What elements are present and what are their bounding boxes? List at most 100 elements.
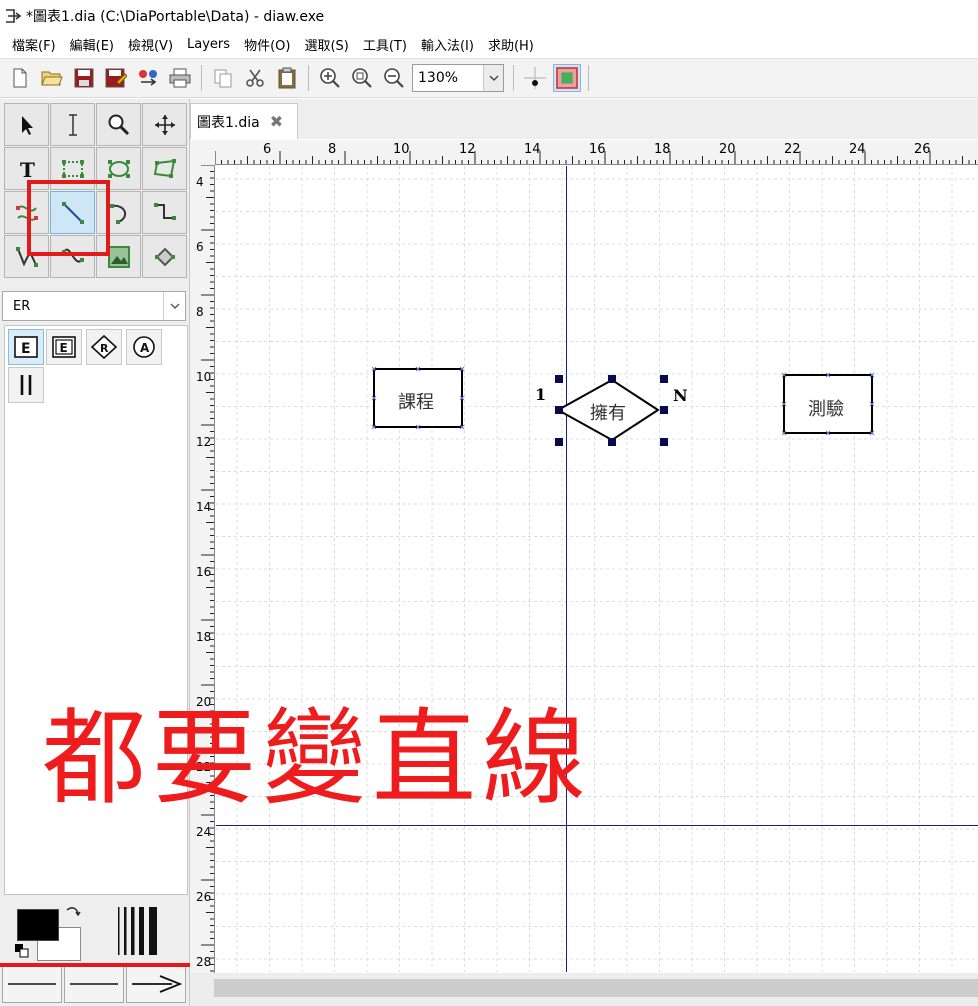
er-weak-entity-tool[interactable]: E xyxy=(46,329,82,365)
sheet-selector[interactable]: ER xyxy=(2,291,186,321)
ruler-label: 8 xyxy=(328,142,337,157)
svg-text:E: E xyxy=(21,341,31,357)
line-width-selector[interactable] xyxy=(114,905,162,957)
line-widths-icon xyxy=(118,907,157,955)
copy-icon xyxy=(214,69,232,88)
foreground-color-swatch[interactable] xyxy=(17,909,59,941)
new-button[interactable] xyxy=(6,64,34,92)
menu-tools[interactable]: 工具(T) xyxy=(357,35,413,54)
dia-app-icon xyxy=(6,9,22,23)
scroll-tool[interactable] xyxy=(142,103,187,146)
menu-input-methods[interactable]: 輸入法(I) xyxy=(415,35,480,54)
menu-objects[interactable]: 物件(O) xyxy=(238,35,296,54)
printer-icon xyxy=(169,68,191,88)
object-snap-button[interactable] xyxy=(553,64,581,92)
zoom-dropdown-button[interactable] xyxy=(483,65,503,91)
magnify-tool[interactable] xyxy=(96,103,141,146)
ruler-label: 10 xyxy=(393,142,410,157)
tab-label[interactable]: 圖表1.dia xyxy=(197,112,260,132)
sheet-name[interactable]: ER xyxy=(3,299,163,314)
snap-to-grid-button[interactable] xyxy=(521,64,549,92)
zigzag-icon xyxy=(153,202,176,220)
canvas-grid xyxy=(216,166,978,972)
diagram-canvas[interactable]: 課程 擁有 1 N 測驗 xyxy=(216,166,978,972)
ruler-label: 26 xyxy=(914,142,931,157)
toolbar-separator xyxy=(513,65,514,91)
zoom-fit-button[interactable] xyxy=(348,64,376,92)
ruler-label: 16 xyxy=(196,565,212,579)
ruler-label: 14 xyxy=(524,142,541,157)
close-tab-icon[interactable]: ✖ xyxy=(270,112,283,131)
print-button[interactable] xyxy=(166,64,194,92)
arrow-style-highlight xyxy=(0,963,208,1006)
save-as-button[interactable] xyxy=(102,64,130,92)
clipboard-icon xyxy=(278,67,296,89)
ruler-label: 14 xyxy=(196,500,212,514)
cardinality-one: 1 xyxy=(535,385,547,404)
relationship-has-label: 擁有 xyxy=(590,403,626,424)
ruler-label: 24 xyxy=(849,142,866,157)
toolbar-separator xyxy=(308,65,309,91)
tab-diagram1[interactable]: 圖表1.dia ✖ xyxy=(190,103,298,139)
text-cursor-icon xyxy=(68,113,77,136)
folder-open-icon xyxy=(41,71,63,86)
er-participation-tool[interactable] xyxy=(8,367,44,403)
svg-text:R: R xyxy=(100,342,109,355)
menu-layers[interactable]: Layers xyxy=(181,37,236,52)
menu-edit[interactable]: 編輯(E) xyxy=(64,35,120,54)
swap-colors-icon[interactable] xyxy=(64,905,82,923)
zoom-in-icon xyxy=(320,68,340,88)
vertical-ruler: 4 6 8 10 12 14 16 18 20 22 24 26 28 xyxy=(190,165,215,973)
zoom-value[interactable]: 130% xyxy=(413,70,483,86)
annotation-note: 都要變直線 xyxy=(42,697,593,819)
ruler-label: 4 xyxy=(196,175,204,189)
ruler-label: 12 xyxy=(459,142,476,157)
chevron-down-icon xyxy=(489,75,498,81)
svg-text:A: A xyxy=(140,341,150,355)
er-participation-icon xyxy=(20,375,32,395)
save-button[interactable] xyxy=(70,64,98,92)
menu-help[interactable]: 求助(H) xyxy=(482,35,540,54)
zoom-in-button[interactable] xyxy=(316,64,344,92)
text-edit-tool[interactable] xyxy=(50,103,95,146)
cut-button[interactable] xyxy=(241,64,269,92)
open-button[interactable] xyxy=(38,64,66,92)
horizontal-scrollbar[interactable] xyxy=(190,973,978,1006)
svg-text:E: E xyxy=(60,341,68,355)
color-selector[interactable] xyxy=(12,903,92,963)
entity-course-label: 課程 xyxy=(398,392,434,413)
text-t-icon: T xyxy=(20,158,35,180)
zoom-combo[interactable]: 130% xyxy=(412,64,504,92)
main-toolbar: 130% xyxy=(0,58,978,98)
entity-quiz-label: 測驗 xyxy=(808,399,844,420)
zigzag-line-tool[interactable] xyxy=(142,191,187,234)
export-icon xyxy=(139,70,157,86)
horizontal-guide[interactable] xyxy=(216,825,978,826)
menu-file[interactable]: 檔案(F) xyxy=(6,35,62,54)
copy-button[interactable] xyxy=(209,64,237,92)
er-attribute-tool[interactable]: A xyxy=(126,329,162,365)
er-weak-entity-icon: E xyxy=(52,336,76,358)
window-title: *圖表1.dia (C:\DiaPortable\Data) - diaw.ex… xyxy=(26,9,325,25)
ruler-label: 12 xyxy=(196,435,212,449)
default-colors-icon[interactable] xyxy=(14,943,30,959)
scissors-icon xyxy=(246,69,264,87)
move-arrows-icon xyxy=(154,114,175,135)
vertical-guide[interactable] xyxy=(566,166,567,972)
er-relationship-tool[interactable]: R xyxy=(86,329,122,365)
line-tool-highlight xyxy=(27,180,110,256)
er-entity-tool[interactable]: E xyxy=(8,329,44,365)
zoom-out-button[interactable] xyxy=(380,64,408,92)
export-button[interactable] xyxy=(134,64,162,92)
outline-tool[interactable] xyxy=(142,235,187,278)
scrollbar-thumb[interactable] xyxy=(214,979,978,997)
polygon-tool[interactable] xyxy=(142,147,187,190)
paste-button[interactable] xyxy=(273,64,301,92)
menu-view[interactable]: 檢視(V) xyxy=(122,35,179,54)
modify-tool[interactable] xyxy=(4,103,49,146)
sheet-dropdown-button[interactable] xyxy=(163,292,185,320)
ruler-label: 18 xyxy=(196,630,212,644)
svg-text:T: T xyxy=(20,158,35,180)
menu-select[interactable]: 選取(S) xyxy=(298,35,354,54)
new-file-icon xyxy=(13,68,27,88)
